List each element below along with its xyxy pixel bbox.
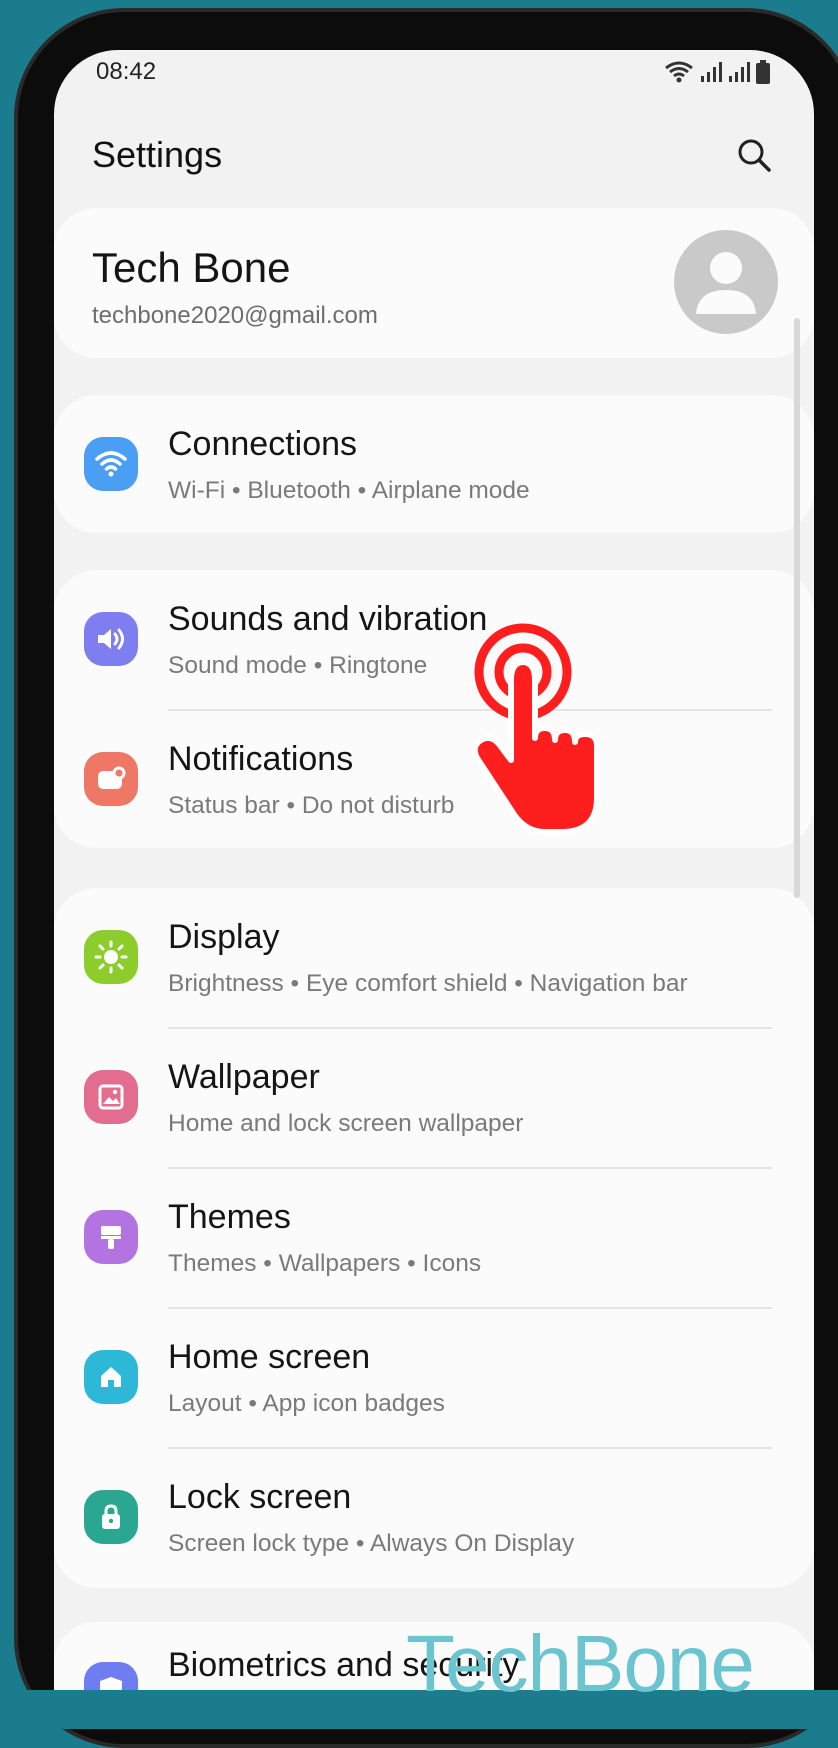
item-title: Sounds and vibration xyxy=(168,600,488,638)
status-bar: 08:42 xyxy=(54,50,814,94)
item-title: Connections xyxy=(168,425,358,463)
scrollbar[interactable] xyxy=(794,318,800,898)
item-subtitle: Sound mode • Ringtone xyxy=(168,652,428,679)
item-subtitle: Home and lock screen wallpaper xyxy=(168,1110,524,1137)
settings-item-sounds-and-vibration[interactable]: Sounds and vibration Sound mode • Ringto… xyxy=(54,570,814,710)
item-title: Notifications xyxy=(168,740,354,778)
item-subtitle: Wi-Fi • Bluetooth • Airplane mode xyxy=(168,477,530,504)
home-icon xyxy=(84,1350,138,1404)
item-title: Home screen xyxy=(168,1338,371,1376)
item-title: Lock screen xyxy=(168,1478,352,1516)
volume-icon xyxy=(84,612,138,666)
profile-name: Tech Bone xyxy=(92,244,291,291)
header: Settings xyxy=(92,120,776,190)
status-icons xyxy=(664,60,770,84)
settings-item-lock-screen[interactable]: Lock screen Screen lock type • Always On… xyxy=(54,1448,814,1588)
wifi-status-icon xyxy=(665,61,693,83)
search-icon xyxy=(738,139,771,172)
item-subtitle: Themes • Wallpapers • Icons xyxy=(168,1250,482,1277)
item-subtitle: Layout • App icon badges xyxy=(168,1390,445,1417)
item-title: Themes xyxy=(168,1198,291,1236)
settings-item-home-screen[interactable]: Home screen Layout • App icon badges xyxy=(54,1308,814,1448)
item-subtitle: Screen lock type • Always On Display xyxy=(168,1530,575,1557)
battery-icon xyxy=(756,60,770,84)
settings-screen: 08:42 Settings Tech Bone techbone2020@gm… xyxy=(54,50,814,1695)
settings-item-wallpaper[interactable]: Wallpaper Home and lock screen wallpaper xyxy=(54,1028,814,1168)
display-card: Display Brightness • Eye comfort shield … xyxy=(54,888,814,1588)
tap-hand-icon xyxy=(471,623,600,835)
paintbrush-icon xyxy=(84,1210,138,1264)
wifi-icon xyxy=(84,437,138,491)
settings-item-notifications[interactable]: Notifications Status bar • Do not distur… xyxy=(54,710,814,850)
signal-icon xyxy=(729,62,750,82)
profile-card[interactable]: Tech Bone techbone2020@gmail.com xyxy=(54,208,814,358)
search-button[interactable] xyxy=(732,133,776,177)
notification-icon xyxy=(84,752,138,806)
item-subtitle: Status bar • Do not disturb xyxy=(168,792,455,819)
watermark: TechBone xyxy=(406,1619,755,1708)
person-icon xyxy=(696,252,756,314)
page-title: Settings xyxy=(92,134,223,175)
settings-item-themes[interactable]: Themes Themes • Wallpapers • Icons xyxy=(54,1168,814,1308)
sun-icon xyxy=(84,930,138,984)
avatar[interactable] xyxy=(674,230,778,334)
sound-notifications-card: Sounds and vibration Sound mode • Ringto… xyxy=(54,570,814,848)
settings-item-display[interactable]: Display Brightness • Eye comfort shield … xyxy=(54,888,814,1028)
item-title: Display xyxy=(168,918,280,956)
status-time: 08:42 xyxy=(96,58,157,85)
lock-icon xyxy=(84,1490,138,1544)
image-icon xyxy=(84,1070,138,1124)
item-subtitle: Brightness • Eye comfort shield • Naviga… xyxy=(168,970,688,997)
profile-email: techbone2020@gmail.com xyxy=(92,302,378,329)
item-title: Wallpaper xyxy=(168,1058,320,1096)
settings-item-connections[interactable]: Connections Wi-Fi • Bluetooth • Airplane… xyxy=(54,395,814,535)
connections-card: Connections Wi-Fi • Bluetooth • Airplane… xyxy=(54,395,814,533)
signal-icon xyxy=(701,62,722,82)
